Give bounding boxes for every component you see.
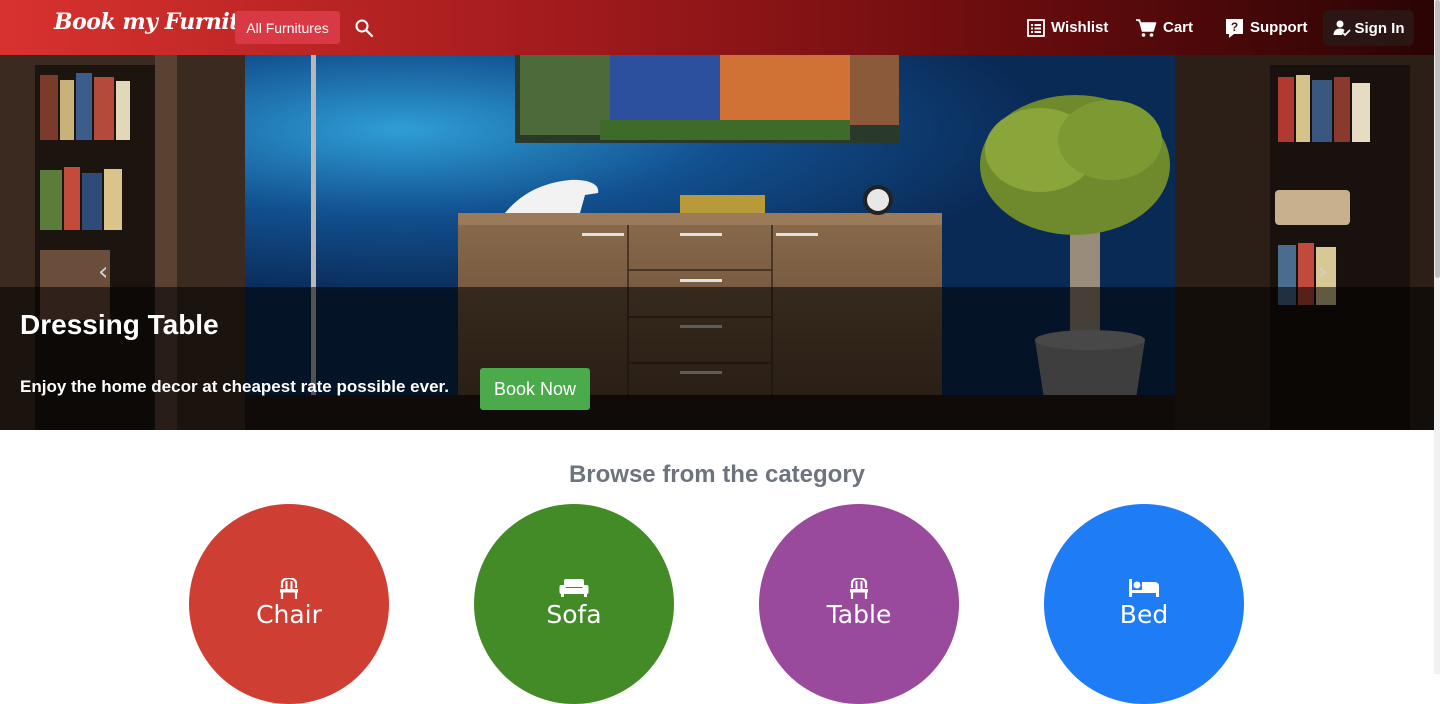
category-label: Table: [826, 600, 892, 629]
support-link[interactable]: ? Support: [1225, 0, 1308, 55]
category-label: Chair: [256, 600, 322, 629]
sign-in-label: Sign In: [1354, 19, 1405, 37]
svg-text:?: ?: [1231, 20, 1238, 34]
cart-link[interactable]: Cart: [1135, 0, 1193, 55]
category-table[interactable]: Table: [759, 504, 959, 704]
cart-icon: [1136, 18, 1157, 37]
hero-title: Dressing Table: [20, 309, 219, 340]
bed-icon: [1129, 579, 1159, 597]
support-label: Support: [1250, 19, 1308, 36]
user-check-icon: [1333, 20, 1351, 37]
category-bed[interactable]: Bed: [1044, 504, 1244, 704]
all-furnitures-button[interactable]: All Furnitures: [235, 11, 340, 44]
carousel-next-icon[interactable]: ›: [1317, 257, 1327, 287]
wishlist-link[interactable]: Wishlist: [1027, 0, 1108, 55]
hero-carousel: ‹ › Dressing Table Enjoy the home decor …: [0, 55, 1434, 430]
category-label: Bed: [1119, 600, 1169, 629]
book-now-button[interactable]: Book Now: [480, 368, 590, 410]
carousel-prev-icon[interactable]: ‹: [98, 257, 108, 287]
category-sofa[interactable]: Sofa: [474, 504, 674, 704]
category-chair[interactable]: Chair: [189, 504, 389, 704]
help-icon: ?: [1226, 18, 1243, 38]
wishlist-label: Wishlist: [1051, 19, 1109, 36]
cart-label: Cart: [1163, 19, 1194, 36]
sign-in-button[interactable]: Sign In: [1323, 10, 1414, 46]
navbar: Book my Furniture All Furnitures Wishlis…: [0, 0, 1434, 55]
chair-icon: [850, 578, 868, 599]
scrollbar-thumb[interactable]: [1435, 0, 1440, 278]
chair-icon: [280, 578, 298, 599]
sofa-icon: [559, 579, 589, 597]
list-icon: [1027, 18, 1045, 37]
category-label: Sofa: [546, 600, 602, 629]
category-section-title: Browse from the category: [568, 461, 866, 488]
search-icon[interactable]: [354, 18, 374, 38]
hero-subtitle: Enjoy the home decor at cheapest rate po…: [20, 377, 449, 396]
